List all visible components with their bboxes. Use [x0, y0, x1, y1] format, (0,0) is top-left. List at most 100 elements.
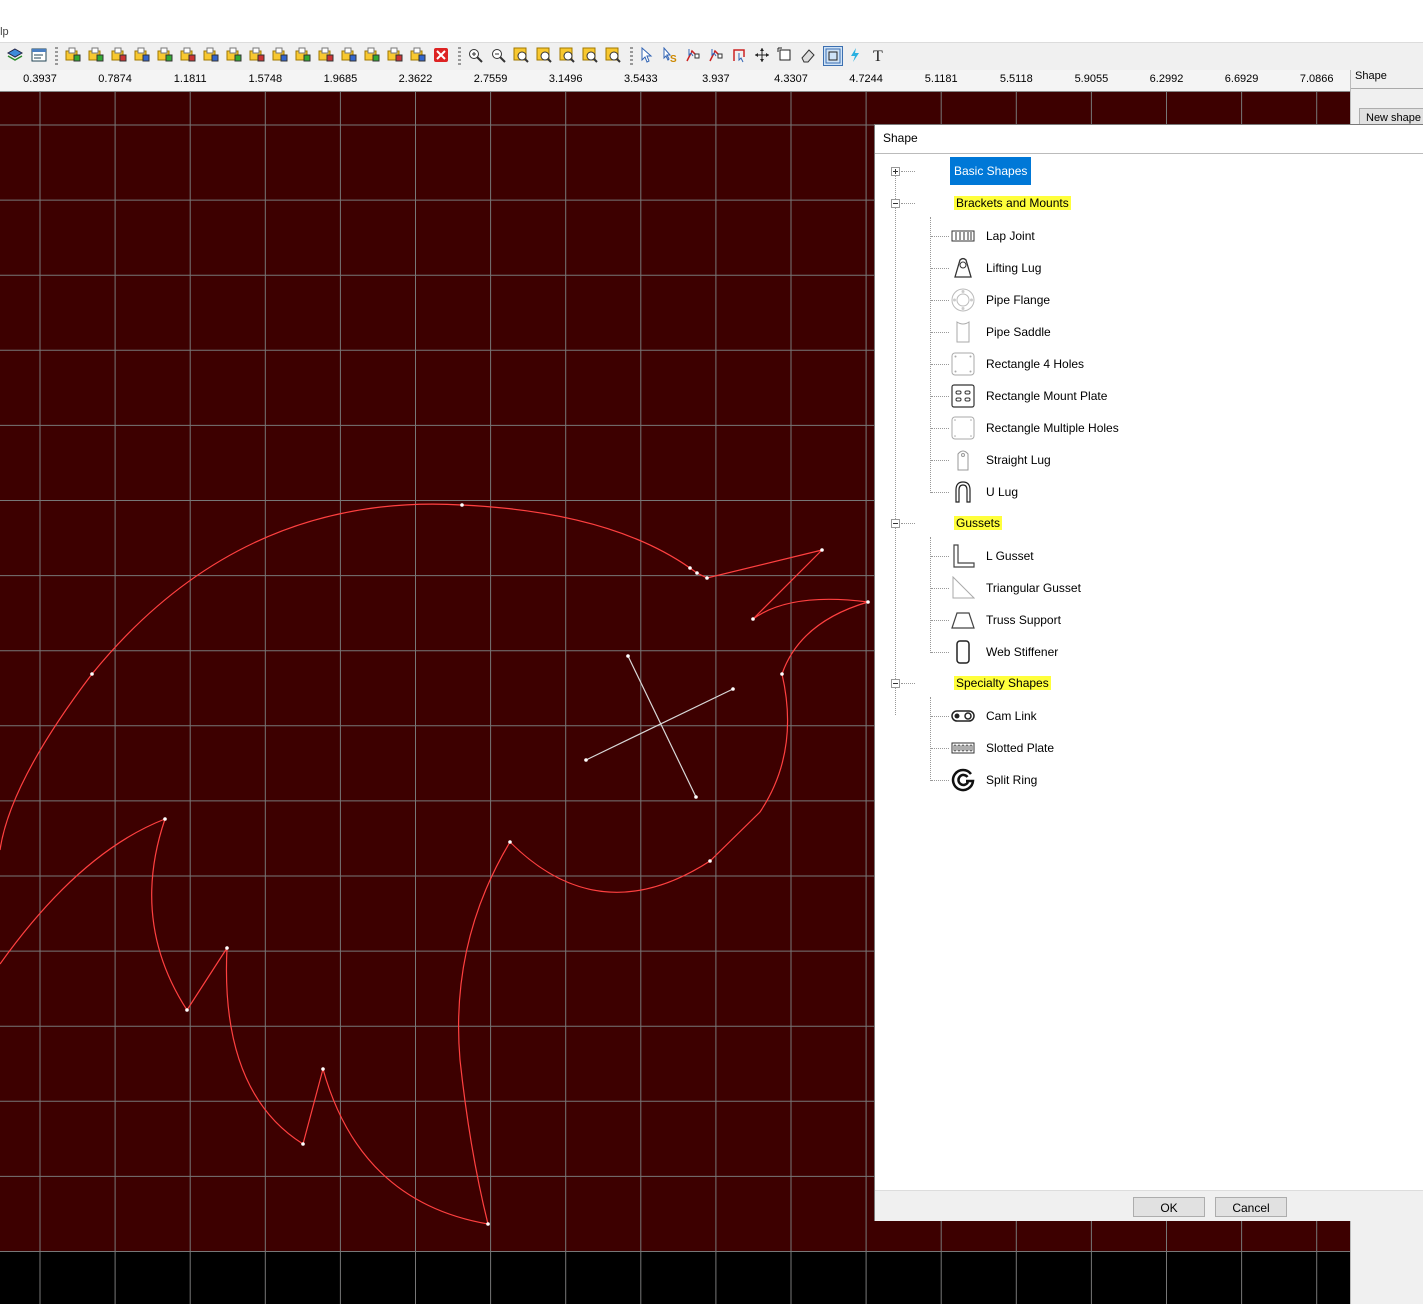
zoom-prev-icon[interactable]: [581, 46, 599, 64]
shape-node[interactable]: [185, 1008, 189, 1012]
expand-toggle-icon[interactable]: [891, 679, 900, 688]
shape-node[interactable]: [705, 576, 709, 580]
select-arrow-icon[interactable]: [638, 46, 656, 64]
tree-category-label: Basic Shapes: [954, 164, 1028, 178]
layer-export-icon[interactable]: [409, 46, 427, 64]
layer-cut-icon[interactable]: [271, 46, 289, 64]
layer-export-icon-graphic: [341, 47, 357, 62]
layer-check-icon-graphic: [295, 47, 311, 62]
pipe-saddle-icon: [956, 321, 970, 343]
shape-panel-tab[interactable]: Shape: [1355, 70, 1387, 82]
layer-export-icon[interactable]: [340, 46, 358, 64]
layer-down-icon[interactable]: [248, 46, 266, 64]
tree-guide-line: [930, 697, 931, 781]
menu-help[interactable]: elp: [0, 26, 9, 38]
layer-props-icon[interactable]: [87, 46, 105, 64]
dialog-title: Shape: [883, 131, 918, 145]
scale-icon-graphic: [777, 47, 791, 61]
node-edit-icon[interactable]: [684, 46, 702, 64]
shape-node[interactable]: [301, 1142, 305, 1146]
lifting-lug-icon: [954, 257, 972, 278]
layer-2-icon[interactable]: [386, 46, 404, 64]
layer-copy-icon[interactable]: [225, 46, 243, 64]
layer-1-icon[interactable]: [110, 46, 128, 64]
layer-3-icon[interactable]: [156, 46, 174, 64]
scale-icon[interactable]: [776, 46, 794, 64]
shape-item-label: Slotted Plate: [986, 741, 1055, 755]
shape-tree[interactable]: Basic Shapes Brackets and Mounts Lap Joint…: [875, 155, 1423, 1190]
shape-item-label: Lifting Lug: [986, 261, 1042, 275]
delete-icon[interactable]: [432, 46, 450, 64]
layer-move-icon[interactable]: [202, 46, 220, 64]
shape-node[interactable]: [820, 548, 824, 552]
layer-lock-icon-graphic: [318, 47, 334, 62]
eraser-icon[interactable]: [799, 46, 817, 64]
layer-1-icon[interactable]: [363, 46, 381, 64]
trim-icon[interactable]: [730, 46, 748, 64]
move-icon[interactable]: [753, 46, 771, 64]
select-s-icon[interactable]: S: [661, 46, 679, 64]
zoom-all-icon[interactable]: [558, 46, 576, 64]
shape-node[interactable]: [225, 946, 229, 950]
layer-export-icon-graphic: [410, 47, 426, 62]
shape-item-label: Rectangle Multiple Holes: [986, 421, 1119, 435]
ruler-label: 5.9055: [1074, 73, 1109, 85]
add-layer-icon-graphic: [65, 47, 81, 62]
shape-node[interactable]: [584, 758, 588, 762]
zoom-in-icon[interactable]: [466, 46, 484, 64]
expand-toggle-icon[interactable]: [891, 199, 900, 208]
shape-node[interactable]: [163, 817, 167, 821]
tree-category[interactable]: Brackets and Mounts: [950, 189, 1075, 217]
layers-icon[interactable]: [6, 46, 24, 64]
shape-node[interactable]: [486, 1222, 490, 1226]
shape-node[interactable]: [866, 600, 870, 604]
zoom-window-icon[interactable]: [512, 46, 530, 64]
slotted-plate-icon: [951, 742, 975, 754]
shape-node[interactable]: [708, 859, 712, 863]
add-layer-icon[interactable]: [64, 46, 82, 64]
tree-category[interactable]: Basic Shapes: [950, 157, 1032, 185]
ruler-label: 0.3937: [23, 73, 57, 85]
shape-node[interactable]: [695, 571, 699, 575]
layer-check-icon[interactable]: [294, 46, 312, 64]
window-icon[interactable]: [30, 46, 48, 64]
shape-node[interactable]: [460, 503, 464, 507]
shape-node[interactable]: [508, 840, 512, 844]
lightning-icon[interactable]: [846, 46, 864, 64]
shape-node[interactable]: [731, 687, 735, 691]
tree-guide-line: [895, 171, 896, 715]
expand-toggle-icon[interactable]: [891, 519, 900, 528]
tree-connector: [931, 620, 949, 621]
ok-button[interactable]: OK: [1133, 1197, 1205, 1217]
shape-node[interactable]: [780, 672, 784, 676]
zoom-in-icon-graphic: [469, 49, 483, 63]
shape-item-label: Web Stiffener: [986, 645, 1059, 659]
layer-add-icon[interactable]: [179, 46, 197, 64]
zoom-out-icon[interactable]: [489, 46, 507, 64]
shape-node[interactable]: [626, 654, 630, 658]
text-tool-icon[interactable]: T: [869, 46, 887, 64]
tree-category[interactable]: Gussets: [950, 509, 1006, 537]
expand-toggle-icon[interactable]: [891, 167, 900, 176]
svg-text:S: S: [670, 54, 677, 63]
tree-connector: [931, 428, 949, 429]
split-ring-icon: [951, 768, 975, 792]
tree-connector: [931, 748, 949, 749]
layer-lock-icon[interactable]: [317, 46, 335, 64]
shape-node[interactable]: [688, 566, 692, 570]
shape-node[interactable]: [751, 617, 755, 621]
shape-node[interactable]: [90, 672, 94, 676]
snap-icon[interactable]: [823, 46, 843, 66]
ruler-label: 7.0866: [1299, 73, 1334, 85]
redraw-icon[interactable]: [604, 46, 622, 64]
layer-2-icon[interactable]: [133, 46, 151, 64]
shape-node[interactable]: [321, 1067, 325, 1071]
node-sketch-icon[interactable]: [707, 46, 725, 64]
tree-category[interactable]: Specialty Shapes: [950, 669, 1055, 697]
toolbar-separator: [630, 47, 633, 65]
cam-link-icon: [951, 710, 975, 722]
zoom-fit-icon[interactable]: [535, 46, 553, 64]
cancel-button[interactable]: Cancel: [1215, 1197, 1287, 1217]
shape-node[interactable]: [694, 795, 698, 799]
toolbar-separator: [458, 47, 461, 65]
